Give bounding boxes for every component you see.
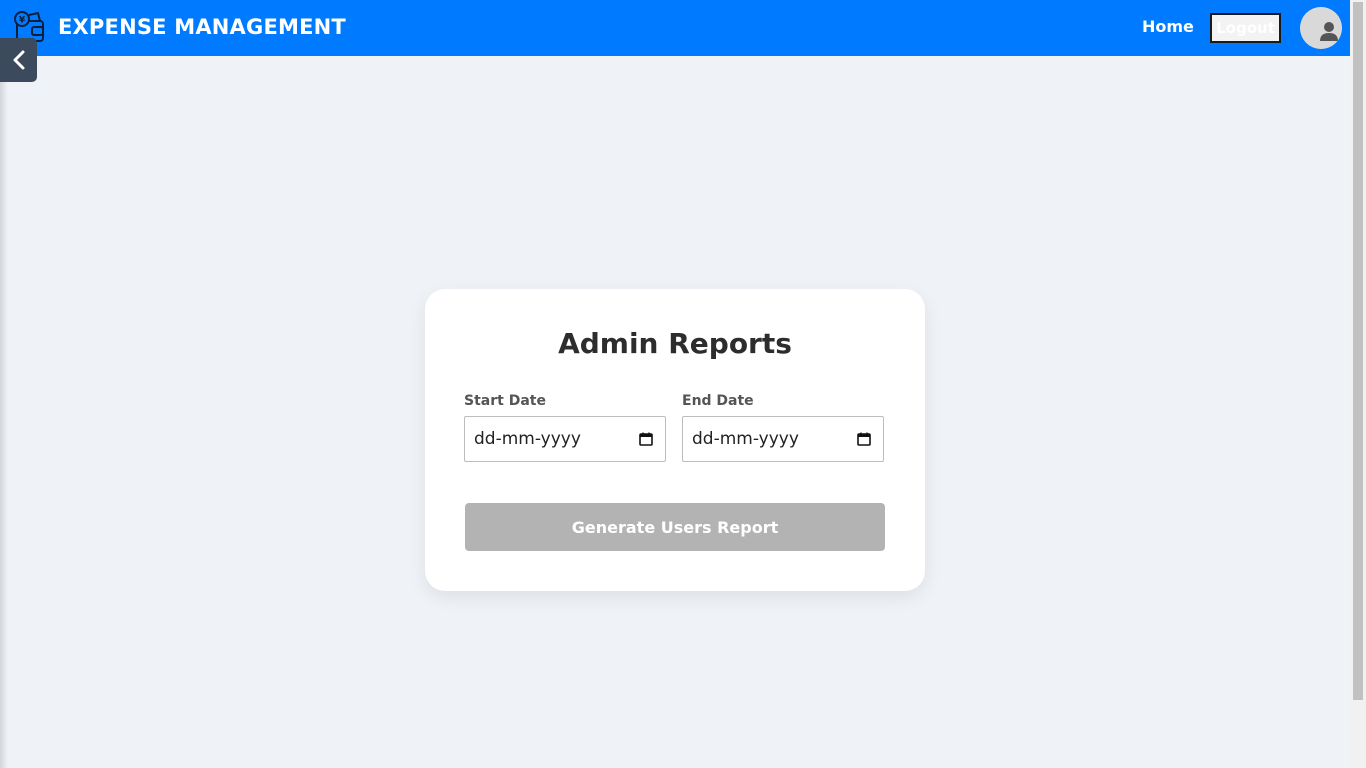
end-date-input[interactable]: dd-mm-yyyy xyxy=(682,416,884,462)
chevron-left-icon xyxy=(13,50,24,70)
calendar-icon[interactable] xyxy=(639,432,653,446)
user-icon xyxy=(1300,7,1342,49)
svg-text:¥: ¥ xyxy=(19,16,26,26)
brand-title: EXPENSE MANAGEMENT xyxy=(58,15,346,39)
avatar[interactable] xyxy=(1300,7,1342,49)
sidebar-edge-shadow xyxy=(0,56,8,768)
scrollbar-thumb[interactable] xyxy=(1353,2,1363,700)
sidebar-toggle-button[interactable] xyxy=(0,38,37,82)
end-date-field: End Date dd-mm-yyyy xyxy=(682,393,884,462)
page-scrollbar[interactable] xyxy=(1350,0,1366,768)
calendar-icon[interactable] xyxy=(857,432,871,446)
brand[interactable]: ¥ EXPENSE MANAGEMENT xyxy=(12,10,346,44)
start-date-field: Start Date dd-mm-yyyy xyxy=(464,393,666,462)
logout-button[interactable]: Logout xyxy=(1210,13,1281,43)
start-date-placeholder: dd-mm-yyyy xyxy=(474,429,581,449)
top-navbar: ¥ EXPENSE MANAGEMENT Home Logout xyxy=(0,0,1350,56)
generate-users-report-button[interactable]: Generate Users Report xyxy=(465,503,885,551)
start-date-label: Start Date xyxy=(464,393,546,409)
admin-reports-card: Admin Reports Start Date dd-mm-yyyy End … xyxy=(425,289,925,591)
nav-home-link[interactable]: Home xyxy=(1142,17,1194,36)
end-date-label: End Date xyxy=(682,393,754,409)
end-date-placeholder: dd-mm-yyyy xyxy=(692,429,799,449)
start-date-input[interactable]: dd-mm-yyyy xyxy=(464,416,666,462)
page-title: Admin Reports xyxy=(558,327,792,360)
